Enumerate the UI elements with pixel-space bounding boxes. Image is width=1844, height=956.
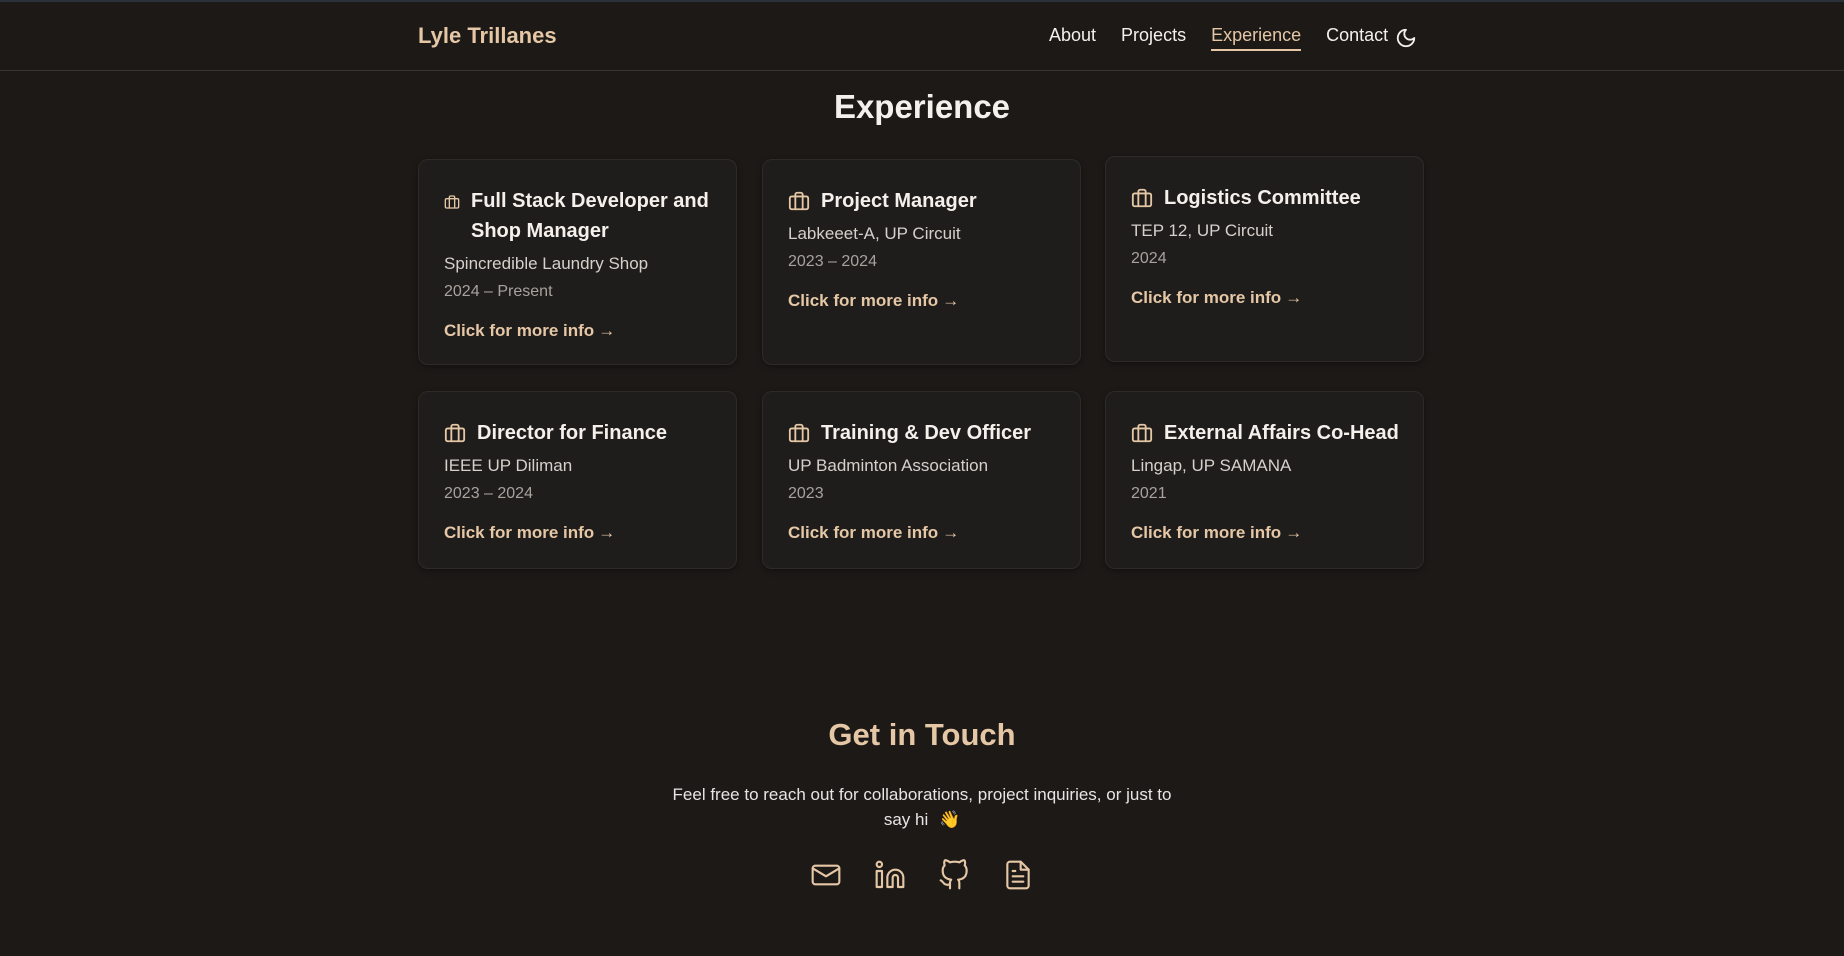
card-organization: Labkeeet-A, UP Circuit xyxy=(788,224,961,243)
more-info-link[interactable]: Click for more info → xyxy=(1131,522,1302,544)
card-role: Director for Finance xyxy=(477,422,668,444)
more-info-link[interactable]: Click for more info → xyxy=(444,320,615,342)
contact-description: Feel free to reach out for collaboration… xyxy=(662,782,1182,832)
file-text-icon xyxy=(1006,860,1030,890)
card-role: Training & Dev Officer xyxy=(821,422,1032,444)
github-icon xyxy=(939,859,968,890)
card-dates: 2023 xyxy=(788,485,824,502)
arrow-right-icon: → xyxy=(1285,523,1303,542)
experience-card-1[interactable]: Full Stack Developer and Shop Manager Sp… xyxy=(418,159,737,365)
experience-card-4[interactable]: Director for Finance IEEE UP Diliman 202… xyxy=(418,391,737,569)
card-role: Full Stack Developer and Shop Manager xyxy=(471,190,709,242)
card-role: External Affairs Co-Head xyxy=(1164,422,1399,444)
contact-title: Get in Touch xyxy=(828,717,1016,752)
resume-link[interactable] xyxy=(1002,859,1034,891)
brand-name[interactable]: Lyle Trillanes xyxy=(418,23,557,49)
more-info-link[interactable]: Click for more info → xyxy=(788,290,959,312)
arrow-right-icon: → xyxy=(598,523,616,542)
theme-toggle-button[interactable] xyxy=(1395,27,1417,49)
more-info-link[interactable]: Click for more info → xyxy=(788,522,959,544)
experience-title: Experience xyxy=(833,88,1011,125)
arrow-right-icon: → xyxy=(942,523,960,542)
card-dates: 2021 xyxy=(1131,485,1167,502)
arrow-right-icon: → xyxy=(942,291,960,310)
briefcase-icon xyxy=(1131,188,1153,208)
social-links xyxy=(810,859,1066,891)
contact-text: Feel free to reach out for collaboration… xyxy=(672,785,1172,829)
nav-contact[interactable]: Contact xyxy=(1326,25,1388,51)
briefcase-icon xyxy=(444,195,460,209)
experience-card-6[interactable]: External Affairs Co-Head Lingap, UP SAMA… xyxy=(1105,391,1424,569)
experience-card-5[interactable]: Training & Dev Officer UP Badminton Asso… xyxy=(762,391,1081,569)
site-header: Lyle Trillanes About Projects Experience… xyxy=(0,2,1844,71)
main-nav: About Projects Experience Contact xyxy=(1049,25,1413,51)
briefcase-icon xyxy=(1131,423,1153,443)
arrow-right-icon: → xyxy=(1285,288,1303,307)
github-link[interactable] xyxy=(938,859,970,891)
card-dates: 2024 – Present xyxy=(444,283,553,300)
card-dates: 2024 xyxy=(1131,250,1167,267)
more-info-link[interactable]: Click for more info → xyxy=(1131,287,1302,309)
email-link[interactable] xyxy=(810,859,842,891)
moon-icon xyxy=(1396,28,1416,48)
linkedin-icon xyxy=(875,860,905,889)
briefcase-icon xyxy=(444,423,466,443)
card-organization: UP Badminton Association xyxy=(788,456,989,475)
card-dates: 2023 – 2024 xyxy=(788,253,877,270)
card-dates: 2023 – 2024 xyxy=(444,485,533,502)
wave-emoji: 👋 xyxy=(938,810,961,829)
briefcase-icon xyxy=(788,423,810,443)
card-role: Logistics Committee xyxy=(1164,187,1361,209)
more-info-link[interactable]: Click for more info → xyxy=(444,522,615,544)
linkedin-link[interactable] xyxy=(874,859,906,891)
card-organization: Lingap, UP SAMANA xyxy=(1131,456,1292,475)
briefcase-icon xyxy=(788,191,810,211)
experience-card-2[interactable]: Project Manager Labkeeet-A, UP Circuit 2… xyxy=(762,159,1081,365)
arrow-right-icon: → xyxy=(598,321,616,340)
nav-about[interactable]: About xyxy=(1049,25,1096,51)
card-organization: Spincredible Laundry Shop xyxy=(444,254,649,273)
nav-projects[interactable]: Projects xyxy=(1121,25,1186,51)
experience-card-3[interactable]: Logistics Committee TEP 12, UP Circuit 2… xyxy=(1105,156,1424,362)
card-organization: IEEE UP Diliman xyxy=(444,456,573,475)
mail-icon xyxy=(811,864,841,886)
nav-experience[interactable]: Experience xyxy=(1211,25,1302,51)
card-organization: TEP 12, UP Circuit xyxy=(1131,221,1274,240)
card-role: Project Manager xyxy=(821,190,977,212)
